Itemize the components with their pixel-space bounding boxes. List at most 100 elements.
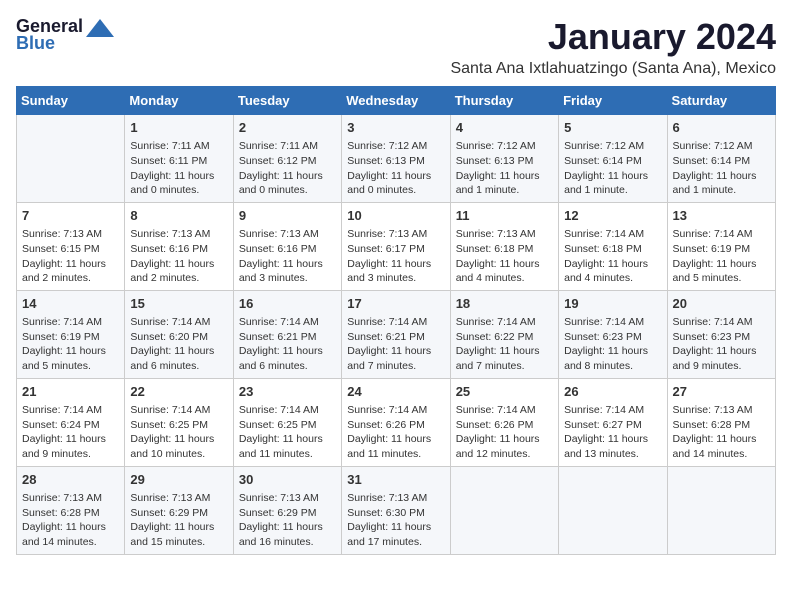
- day-info: Sunrise: 7:12 AM Sunset: 6:13 PM Dayligh…: [456, 139, 553, 198]
- day-number: 23: [239, 383, 336, 401]
- day-info: Sunrise: 7:14 AM Sunset: 6:23 PM Dayligh…: [673, 315, 770, 374]
- calendar-cell: [17, 115, 125, 203]
- day-info: Sunrise: 7:14 AM Sunset: 6:27 PM Dayligh…: [564, 403, 661, 462]
- day-number: 22: [130, 383, 227, 401]
- day-number: 28: [22, 471, 119, 489]
- day-number: 6: [673, 119, 770, 137]
- day-number: 2: [239, 119, 336, 137]
- day-info: Sunrise: 7:13 AM Sunset: 6:29 PM Dayligh…: [239, 491, 336, 550]
- calendar-cell: 6 Sunrise: 7:12 AM Sunset: 6:14 PM Daylig…: [667, 115, 775, 203]
- day-number: 29: [130, 471, 227, 489]
- day-info: Sunrise: 7:12 AM Sunset: 6:14 PM Dayligh…: [564, 139, 661, 198]
- col-header-sunday: Sunday: [17, 87, 125, 115]
- day-info: Sunrise: 7:14 AM Sunset: 6:18 PM Dayligh…: [564, 227, 661, 286]
- calendar-week-row: 21 Sunrise: 7:14 AM Sunset: 6:24 PM Dayli…: [17, 378, 776, 466]
- day-info: Sunrise: 7:14 AM Sunset: 6:21 PM Dayligh…: [239, 315, 336, 374]
- calendar-cell: 3 Sunrise: 7:12 AM Sunset: 6:13 PM Daylig…: [342, 115, 450, 203]
- calendar-week-row: 1 Sunrise: 7:11 AM Sunset: 6:11 PM Daylig…: [17, 115, 776, 203]
- calendar-cell: 30 Sunrise: 7:13 AM Sunset: 6:29 PM Dayli…: [233, 466, 341, 554]
- calendar-week-row: 28Sunrise: 7:13 AM Sunset: 6:28 PM Dayli…: [17, 466, 776, 554]
- calendar-cell: 10Sunrise: 7:13 AM Sunset: 6:17 PM Dayli…: [342, 202, 450, 290]
- col-header-wednesday: Wednesday: [342, 87, 450, 115]
- day-info: Sunrise: 7:14 AM Sunset: 6:25 PM Dayligh…: [239, 403, 336, 462]
- calendar-table: SundayMondayTuesdayWednesdayThursdayFrid…: [16, 86, 776, 555]
- col-header-tuesday: Tuesday: [233, 87, 341, 115]
- day-info: Sunrise: 7:13 AM Sunset: 6:18 PM Dayligh…: [456, 227, 553, 286]
- day-number: 18: [456, 295, 553, 313]
- day-number: 8: [130, 207, 227, 225]
- day-info: Sunrise: 7:12 AM Sunset: 6:14 PM Dayligh…: [673, 139, 770, 198]
- day-info: Sunrise: 7:14 AM Sunset: 6:26 PM Dayligh…: [347, 403, 444, 462]
- calendar-cell: 4 Sunrise: 7:12 AM Sunset: 6:13 PM Daylig…: [450, 115, 558, 203]
- day-number: 9: [239, 207, 336, 225]
- calendar-cell: 18 Sunrise: 7:14 AM Sunset: 6:22 PM Dayli…: [450, 290, 558, 378]
- day-info: Sunrise: 7:14 AM Sunset: 6:22 PM Dayligh…: [456, 315, 553, 374]
- calendar-cell: 13Sunrise: 7:14 AM Sunset: 6:19 PM Dayli…: [667, 202, 775, 290]
- logo-area: General Blue: [16, 16, 114, 54]
- day-info: Sunrise: 7:14 AM Sunset: 6:23 PM Dayligh…: [564, 315, 661, 374]
- calendar-cell: 15 Sunrise: 7:14 AM Sunset: 6:20 PM Dayli…: [125, 290, 233, 378]
- day-info: Sunrise: 7:11 AM Sunset: 6:11 PM Dayligh…: [130, 139, 227, 198]
- day-number: 17: [347, 295, 444, 313]
- day-info: Sunrise: 7:13 AM Sunset: 6:16 PM Dayligh…: [130, 227, 227, 286]
- calendar-cell: 9 Sunrise: 7:13 AM Sunset: 6:16 PM Daylig…: [233, 202, 341, 290]
- day-number: 20: [673, 295, 770, 313]
- day-number: 5: [564, 119, 661, 137]
- calendar-cell: 17 Sunrise: 7:14 AM Sunset: 6:21 PM Dayli…: [342, 290, 450, 378]
- day-info: Sunrise: 7:13 AM Sunset: 6:30 PM Dayligh…: [347, 491, 444, 550]
- day-number: 26: [564, 383, 661, 401]
- calendar-cell: 20 Sunrise: 7:14 AM Sunset: 6:23 PM Dayli…: [667, 290, 775, 378]
- day-number: 13: [673, 207, 770, 225]
- day-info: Sunrise: 7:13 AM Sunset: 6:28 PM Dayligh…: [673, 403, 770, 462]
- logo-icon: [86, 19, 114, 37]
- calendar-cell: 2 Sunrise: 7:11 AM Sunset: 6:12 PM Daylig…: [233, 115, 341, 203]
- day-number: 16: [239, 295, 336, 313]
- day-info: Sunrise: 7:14 AM Sunset: 6:21 PM Dayligh…: [347, 315, 444, 374]
- day-number: 15: [130, 295, 227, 313]
- day-number: 4: [456, 119, 553, 137]
- calendar-cell: 29 Sunrise: 7:13 AM Sunset: 6:29 PM Dayli…: [125, 466, 233, 554]
- calendar-cell: 21 Sunrise: 7:14 AM Sunset: 6:24 PM Dayli…: [17, 378, 125, 466]
- col-header-saturday: Saturday: [667, 87, 775, 115]
- logo-blue: Blue: [16, 33, 55, 54]
- day-number: 12: [564, 207, 661, 225]
- day-number: 21: [22, 383, 119, 401]
- col-header-thursday: Thursday: [450, 87, 558, 115]
- day-info: Sunrise: 7:13 AM Sunset: 6:29 PM Dayligh…: [130, 491, 227, 550]
- calendar-cell: [559, 466, 667, 554]
- calendar-cell: 12 Sunrise: 7:14 AM Sunset: 6:18 PM Dayli…: [559, 202, 667, 290]
- day-info: Sunrise: 7:14 AM Sunset: 6:25 PM Dayligh…: [130, 403, 227, 462]
- day-number: 30: [239, 471, 336, 489]
- calendar-cell: 19Sunrise: 7:14 AM Sunset: 6:23 PM Dayli…: [559, 290, 667, 378]
- header: General Blue January 2024 Santa Ana Ixtl…: [16, 16, 776, 78]
- day-info: Sunrise: 7:14 AM Sunset: 6:20 PM Dayligh…: [130, 315, 227, 374]
- col-header-friday: Friday: [559, 87, 667, 115]
- day-number: 3: [347, 119, 444, 137]
- day-number: 14: [22, 295, 119, 313]
- day-info: Sunrise: 7:11 AM Sunset: 6:12 PM Dayligh…: [239, 139, 336, 198]
- calendar-cell: [667, 466, 775, 554]
- calendar-cell: 25Sunrise: 7:14 AM Sunset: 6:26 PM Dayli…: [450, 378, 558, 466]
- calendar-cell: 14 Sunrise: 7:14 AM Sunset: 6:19 PM Dayli…: [17, 290, 125, 378]
- calendar-cell: 23 Sunrise: 7:14 AM Sunset: 6:25 PM Dayli…: [233, 378, 341, 466]
- title-area: January 2024 Santa Ana Ixtlahuatzingo (S…: [450, 16, 776, 78]
- day-number: 7: [22, 207, 119, 225]
- calendar-cell: 7Sunrise: 7:13 AM Sunset: 6:15 PM Daylig…: [17, 202, 125, 290]
- main-title: January 2024: [450, 16, 776, 58]
- calendar-cell: 16 Sunrise: 7:14 AM Sunset: 6:21 PM Dayli…: [233, 290, 341, 378]
- day-number: 24: [347, 383, 444, 401]
- day-info: Sunrise: 7:14 AM Sunset: 6:19 PM Dayligh…: [22, 315, 119, 374]
- calendar-week-row: 7Sunrise: 7:13 AM Sunset: 6:15 PM Daylig…: [17, 202, 776, 290]
- day-info: Sunrise: 7:13 AM Sunset: 6:16 PM Dayligh…: [239, 227, 336, 286]
- calendar-week-row: 14 Sunrise: 7:14 AM Sunset: 6:19 PM Dayli…: [17, 290, 776, 378]
- day-info: Sunrise: 7:12 AM Sunset: 6:13 PM Dayligh…: [347, 139, 444, 198]
- day-info: Sunrise: 7:14 AM Sunset: 6:26 PM Dayligh…: [456, 403, 553, 462]
- day-number: 27: [673, 383, 770, 401]
- calendar-cell: 24 Sunrise: 7:14 AM Sunset: 6:26 PM Dayli…: [342, 378, 450, 466]
- day-info: Sunrise: 7:14 AM Sunset: 6:24 PM Dayligh…: [22, 403, 119, 462]
- day-number: 1: [130, 119, 227, 137]
- calendar-cell: 27 Sunrise: 7:13 AM Sunset: 6:28 PM Dayli…: [667, 378, 775, 466]
- calendar-cell: 11Sunrise: 7:13 AM Sunset: 6:18 PM Dayli…: [450, 202, 558, 290]
- subtitle: Santa Ana Ixtlahuatzingo (Santa Ana), Me…: [450, 60, 776, 78]
- calendar-cell: 22 Sunrise: 7:14 AM Sunset: 6:25 PM Dayli…: [125, 378, 233, 466]
